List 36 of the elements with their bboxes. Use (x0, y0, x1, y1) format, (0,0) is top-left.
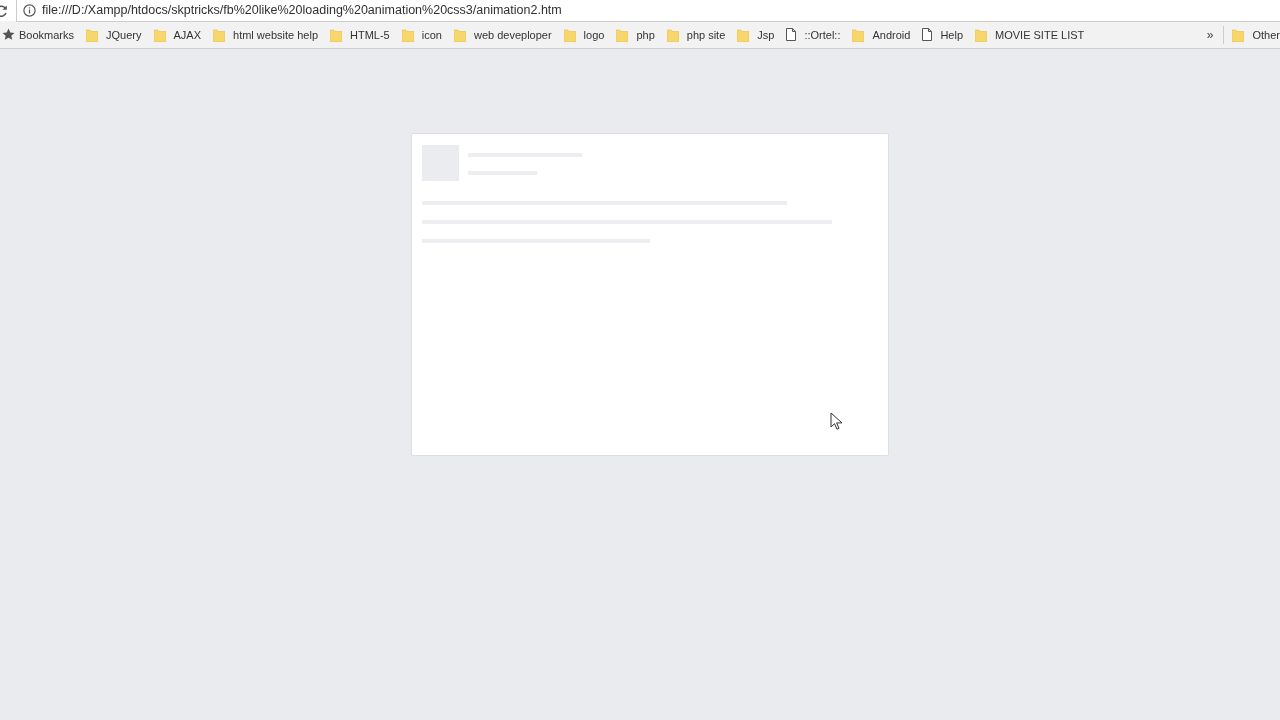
folder-icon (616, 27, 629, 42)
star-icon (2, 28, 15, 41)
overflow-button[interactable]: » (1202, 27, 1218, 42)
folder-icon (563, 27, 576, 42)
bookmark-item[interactable]: Help (922, 28, 964, 41)
folder-icon (453, 27, 466, 42)
bookmark-item[interactable]: php (616, 27, 655, 42)
bookmark-item[interactable]: Bookmarks (2, 28, 75, 41)
folder-icon (401, 27, 414, 42)
folder-icon (666, 27, 679, 42)
bookmark-item[interactable]: AJAX (153, 27, 201, 42)
bookmark-item[interactable]: logo (563, 27, 605, 42)
folder-icon (86, 27, 99, 42)
page-icon (922, 28, 933, 41)
folder-icon (852, 27, 865, 42)
info-icon (23, 3, 36, 17)
bookmark-item[interactable]: JQuery (86, 27, 142, 42)
bookmark-item[interactable]: php site (666, 27, 726, 42)
folder-icon (213, 27, 225, 42)
pointer-icon (830, 412, 843, 431)
bookmark-item[interactable]: ::Ortel:: (786, 28, 841, 41)
bookmark-item[interactable]: HTML-5 (330, 27, 390, 42)
folder-icon (975, 27, 988, 42)
bookmark-item[interactable]: Jsp (737, 27, 775, 42)
bookmark-item[interactable]: icon (401, 27, 442, 42)
bookmark-item[interactable]: web deveploper (453, 27, 552, 42)
bookmark-item[interactable]: Android (852, 27, 911, 42)
page-icon (786, 28, 797, 41)
folder-icon (1232, 27, 1245, 42)
url-text: file:///D:/Xampp/htdocs/skptricks/fb%20like%20loading%20animation%20css3/animation2.htm (42, 3, 562, 17)
bookmark-item[interactable]: MOVIE SITE LIST (975, 27, 1085, 42)
bookmark-item[interactable]: Other (1232, 27, 1280, 42)
bookmark-item[interactable]: html website help (213, 27, 318, 42)
folder-icon (153, 27, 166, 42)
folder-icon (330, 27, 342, 42)
folder-icon (737, 27, 750, 42)
